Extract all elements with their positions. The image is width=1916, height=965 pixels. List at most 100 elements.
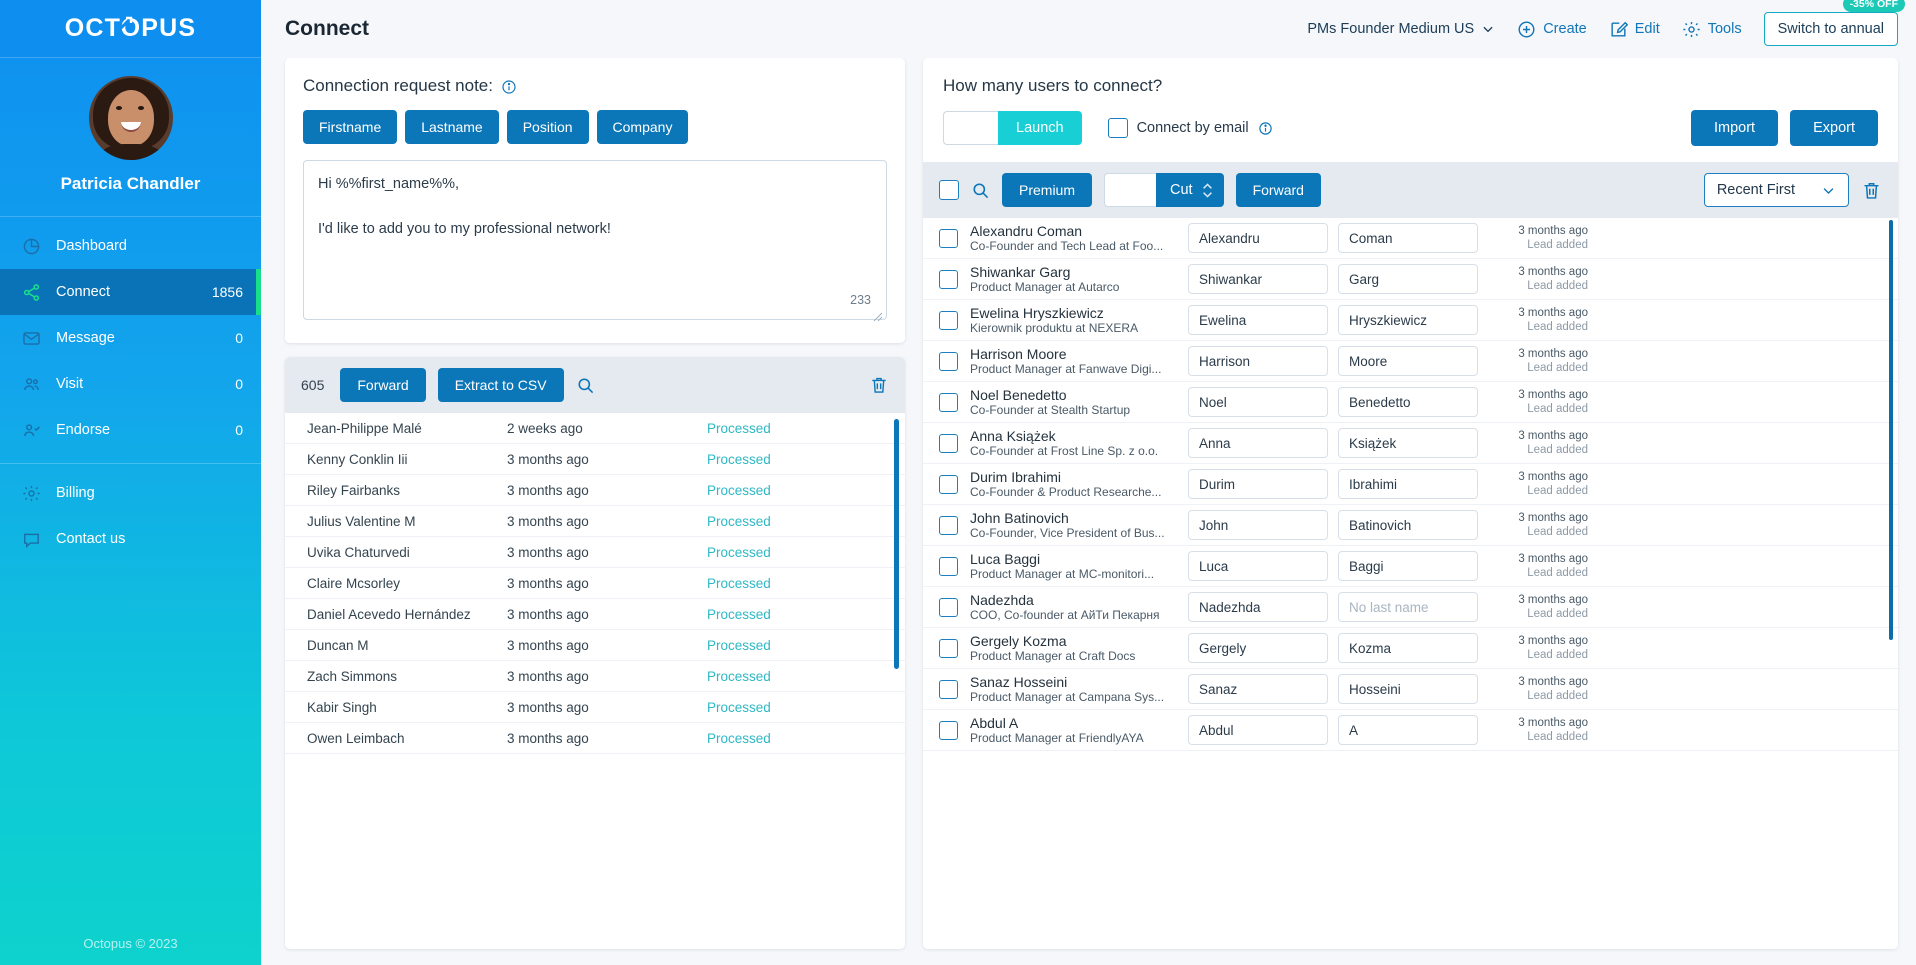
spinner-arrows-icon[interactable] bbox=[1201, 181, 1214, 200]
lead-row-checkbox[interactable] bbox=[939, 556, 958, 576]
insert-firstname-button[interactable]: Firstname bbox=[303, 110, 398, 144]
lead-row[interactable]: Harrison Moore Product Manager at Fanwave… bbox=[923, 341, 1898, 382]
table-row[interactable]: Julius Valentine M 3 months ago Processed bbox=[285, 506, 905, 537]
sort-dropdown[interactable]: Recent First bbox=[1703, 173, 1849, 207]
table-row[interactable]: Claire Mcsorley 3 months ago Processed bbox=[285, 568, 905, 599]
lead-lastname-input[interactable] bbox=[1338, 633, 1478, 663]
table-row[interactable]: Kabir Singh 3 months ago Processed bbox=[285, 692, 905, 723]
lead-firstname-input[interactable] bbox=[1188, 428, 1328, 458]
lead-firstname-input[interactable] bbox=[1188, 223, 1328, 253]
insert-company-button[interactable]: Company bbox=[596, 110, 689, 144]
switch-to-annual-button[interactable]: Switch to annual -35% OFF bbox=[1763, 0, 1905, 46]
lead-row-checkbox[interactable] bbox=[939, 720, 958, 740]
export-button[interactable]: Export bbox=[1790, 110, 1878, 146]
sidebar-item-contact-us[interactable]: Contact us bbox=[0, 516, 261, 562]
lead-firstname-input[interactable] bbox=[1188, 305, 1328, 335]
edit-button[interactable]: Edit bbox=[1609, 20, 1660, 39]
sidebar-item-connect[interactable]: Connect 1856 bbox=[0, 269, 261, 315]
leads-scrollbar[interactable] bbox=[1889, 220, 1893, 640]
lead-row-checkbox[interactable] bbox=[939, 310, 958, 330]
table-row[interactable]: Zach Simmons 3 months ago Processed bbox=[285, 661, 905, 692]
sidebar-item-endorse[interactable]: Endorse 0 bbox=[0, 407, 261, 453]
lead-firstname-input[interactable] bbox=[1188, 346, 1328, 376]
lead-row[interactable]: Abdul AProduct Manager at FriendlyAYA 3 m… bbox=[923, 710, 1898, 751]
lead-firstname-input[interactable] bbox=[1188, 592, 1328, 622]
table-row[interactable]: Uvika Chaturvedi 3 months ago Processed bbox=[285, 537, 905, 568]
lead-lastname-input[interactable] bbox=[1338, 551, 1478, 581]
lead-row[interactable]: John Batinovich Co-Founder, Vice Presiden… bbox=[923, 505, 1898, 546]
connection-note-textarea[interactable] bbox=[303, 160, 887, 320]
insert-position-button[interactable]: Position bbox=[506, 110, 589, 144]
resize-handle[interactable] bbox=[873, 312, 883, 322]
account-selector[interactable]: PMs Founder Medium US bbox=[1307, 21, 1495, 37]
sidebar-item-message[interactable]: Message 0 bbox=[0, 315, 261, 361]
insert-lastname-button[interactable]: Lastname bbox=[405, 110, 499, 144]
lead-row[interactable]: Durim Ibrahimi Co-Founder & Product Resea… bbox=[923, 464, 1898, 505]
lead-lastname-input[interactable] bbox=[1338, 223, 1478, 253]
leads-delete-icon[interactable] bbox=[1861, 180, 1882, 201]
cut-button[interactable]: Cut bbox=[1156, 173, 1224, 207]
sidebar-item-billing[interactable]: Billing bbox=[0, 470, 261, 516]
info-icon[interactable] bbox=[1258, 121, 1273, 136]
lead-row[interactable]: Ewelina Hryszkiewicz Kierownik produktu a… bbox=[923, 300, 1898, 341]
import-button[interactable]: Import bbox=[1690, 110, 1779, 146]
lead-lastname-input[interactable] bbox=[1338, 387, 1478, 417]
lead-row-checkbox[interactable] bbox=[939, 679, 958, 699]
lead-row[interactable]: Gergely Kozma Product Manager at Craft Do… bbox=[923, 628, 1898, 669]
lead-row-checkbox[interactable] bbox=[939, 392, 958, 412]
lead-lastname-input[interactable] bbox=[1338, 674, 1478, 704]
premium-button[interactable]: Premium bbox=[1002, 173, 1093, 207]
history-scrollbar[interactable] bbox=[894, 419, 899, 669]
leads-list[interactable]: Alexandru Coman Co-Founder and Tech Lead … bbox=[923, 218, 1898, 949]
lead-row-checkbox[interactable] bbox=[939, 474, 958, 494]
search-icon[interactable] bbox=[576, 376, 595, 395]
lead-firstname-input[interactable] bbox=[1188, 510, 1328, 540]
lead-row-checkbox[interactable] bbox=[939, 433, 958, 453]
lead-lastname-input[interactable] bbox=[1338, 346, 1478, 376]
table-row[interactable]: Daniel Acevedo Hernández 3 months ago Proc… bbox=[285, 599, 905, 630]
users-to-connect-input[interactable] bbox=[943, 111, 998, 145]
extract-to-csv-button[interactable]: Extract to CSV bbox=[437, 368, 564, 402]
app-logo[interactable]: OCTOPUS bbox=[0, 0, 261, 58]
table-row[interactable]: Jean-Philippe Malé 2 weeks ago Processed bbox=[285, 413, 905, 444]
lead-row[interactable]: Noel Benedetto Co-Founder at Stealth Star… bbox=[923, 382, 1898, 423]
lead-row[interactable]: Shiwankar Garg Product Manager at Autarco… bbox=[923, 259, 1898, 300]
table-row[interactable]: Owen Leimbach 3 months ago Processed bbox=[285, 723, 905, 754]
lead-firstname-input[interactable] bbox=[1188, 551, 1328, 581]
leads-forward-button[interactable]: Forward bbox=[1235, 173, 1321, 207]
lead-firstname-input[interactable] bbox=[1188, 715, 1328, 745]
lead-row-checkbox[interactable] bbox=[939, 638, 958, 658]
tools-button[interactable]: Tools bbox=[1682, 20, 1742, 39]
lead-lastname-input[interactable] bbox=[1338, 469, 1478, 499]
history-list[interactable]: Jean-Philippe Malé 2 weeks ago Processed Ke… bbox=[285, 413, 905, 949]
launch-button[interactable]: Launch bbox=[998, 111, 1082, 145]
lead-lastname-input[interactable] bbox=[1338, 428, 1478, 458]
table-row[interactable]: Duncan M 3 months ago Processed bbox=[285, 630, 905, 661]
info-icon[interactable] bbox=[501, 79, 516, 94]
search-icon[interactable] bbox=[971, 181, 990, 200]
table-row[interactable]: Kenny Conklin Iii 3 months ago Processed bbox=[285, 444, 905, 475]
lead-row-checkbox[interactable] bbox=[939, 269, 958, 289]
cut-amount-input[interactable] bbox=[1104, 173, 1157, 207]
lead-lastname-input[interactable] bbox=[1338, 510, 1478, 540]
lead-lastname-input[interactable] bbox=[1338, 592, 1478, 622]
lead-lastname-input[interactable] bbox=[1338, 715, 1478, 745]
lead-row[interactable]: Sanaz Hosseini Product Manager at Campana… bbox=[923, 669, 1898, 710]
lead-firstname-input[interactable] bbox=[1188, 469, 1328, 499]
history-forward-button[interactable]: Forward bbox=[340, 368, 426, 402]
table-row[interactable]: Riley Fairbanks 3 months ago Processed bbox=[285, 475, 905, 506]
sidebar-item-visit[interactable]: Visit 0 bbox=[0, 361, 261, 407]
lead-row-checkbox[interactable] bbox=[939, 228, 958, 248]
lead-firstname-input[interactable] bbox=[1188, 264, 1328, 294]
history-delete-icon[interactable] bbox=[869, 375, 889, 395]
select-all-checkbox[interactable] bbox=[939, 180, 959, 200]
lead-row-checkbox[interactable] bbox=[939, 515, 958, 535]
lead-row[interactable]: Alexandru Coman Co-Founder and Tech Lead … bbox=[923, 218, 1898, 259]
lead-row[interactable]: NadezhdaCOO, Co-founder at АйТи Пекарня 3… bbox=[923, 587, 1898, 628]
lead-lastname-input[interactable] bbox=[1338, 305, 1478, 335]
lead-row-checkbox[interactable] bbox=[939, 351, 958, 371]
lead-firstname-input[interactable] bbox=[1188, 674, 1328, 704]
create-button[interactable]: Create bbox=[1517, 20, 1587, 39]
lead-firstname-input[interactable] bbox=[1188, 387, 1328, 417]
lead-row[interactable]: Luca Baggi Product Manager at MC-monitori… bbox=[923, 546, 1898, 587]
